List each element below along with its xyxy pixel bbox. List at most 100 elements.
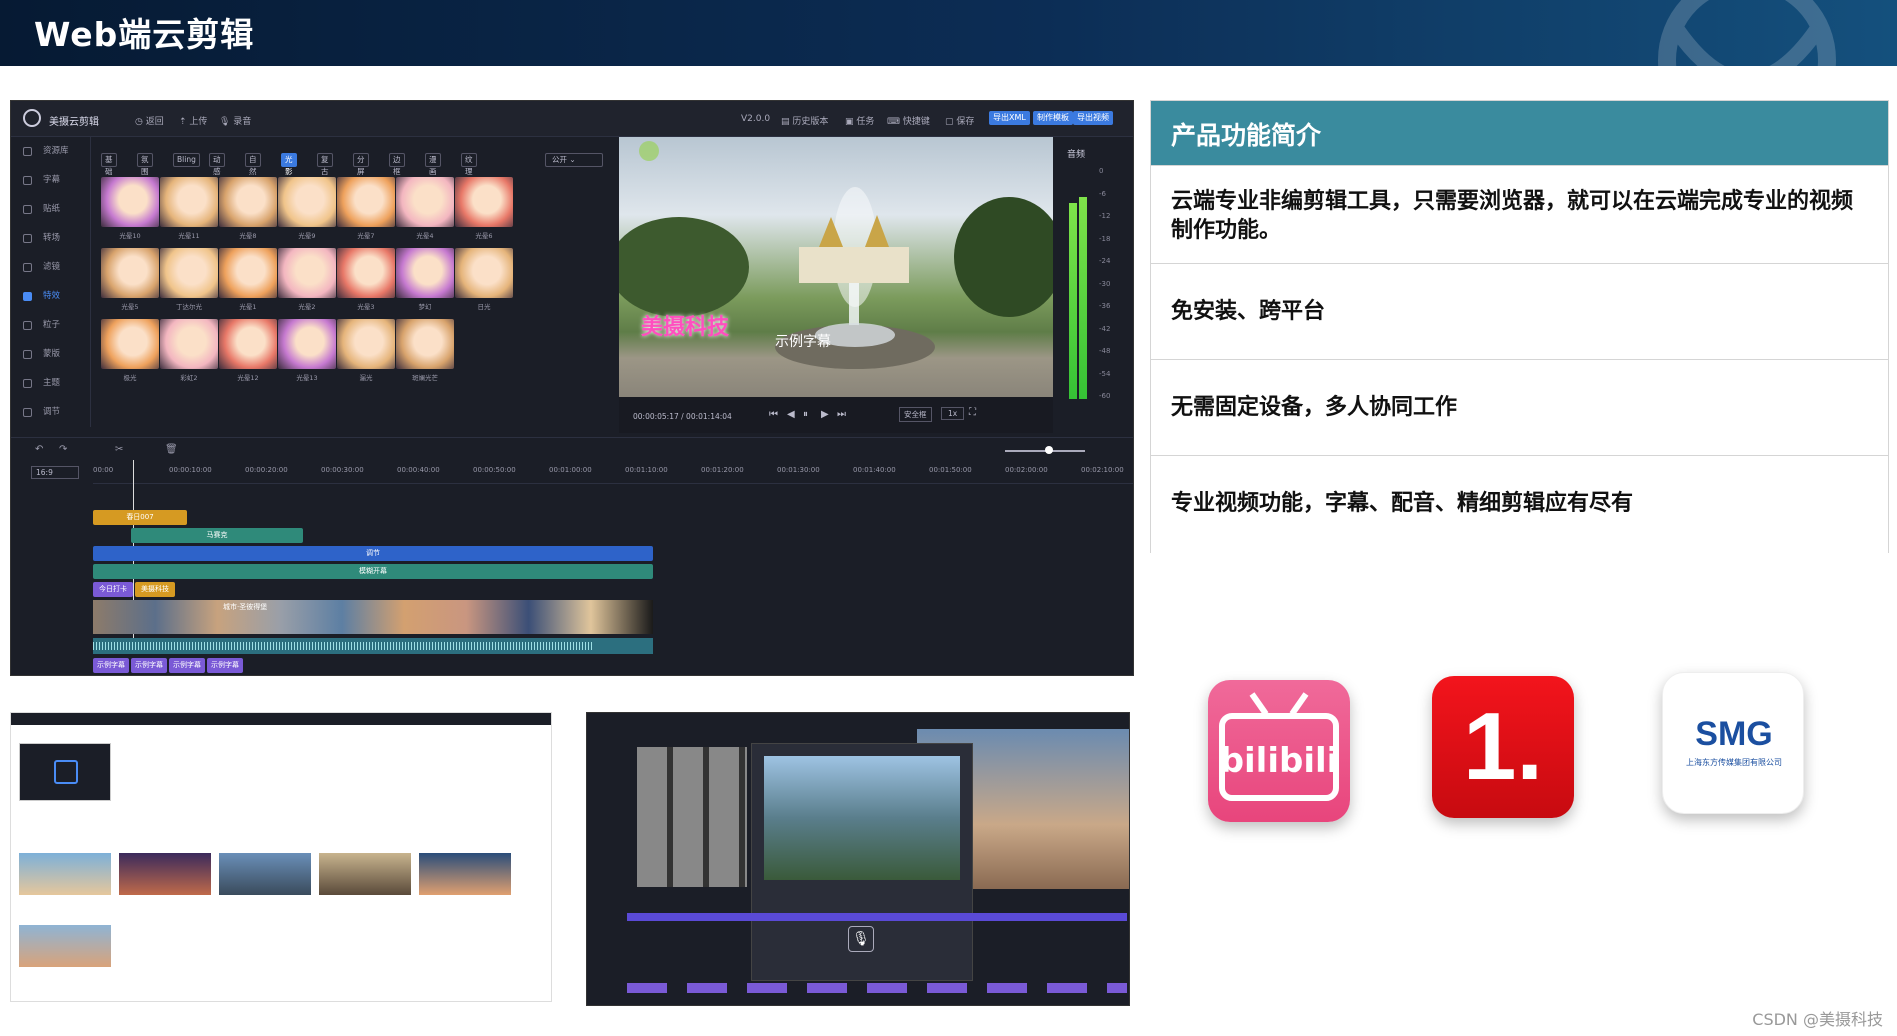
pause-icon[interactable]: ⏸ (803, 409, 808, 420)
effect-thumbnail[interactable]: 日光 (455, 248, 513, 312)
effect-thumbnail[interactable]: 光晕2 (278, 248, 336, 312)
sidebar-item-library[interactable]: 资源库 (11, 137, 90, 166)
audio-label: 音频 (1067, 150, 1086, 160)
shortcuts-button[interactable]: ⌨ 快捷键 (887, 114, 930, 127)
effect-thumbnail[interactable]: 光晕3 (337, 248, 395, 312)
clip-text-checkin[interactable]: 今日打卡 (93, 582, 133, 597)
clip-sticker[interactable]: 春日007 (93, 510, 187, 525)
effect-thumbnail[interactable]: 光晕5 (101, 248, 159, 312)
sidebar-item-sticker[interactable]: 贴纸 (11, 195, 90, 224)
effect-thumbnail[interactable]: 光晕4 (396, 177, 454, 241)
sidebar-item-theme[interactable]: 主题 (11, 369, 90, 398)
clip-mosaic[interactable]: 马赛克 (131, 528, 303, 543)
upload-button[interactable]: ⇡ 上传 (179, 114, 207, 127)
tab-border[interactable]: 边框 (389, 153, 405, 176)
effect-thumbnail[interactable]: 光晕1 (219, 248, 277, 312)
subtitle-clip[interactable]: 示例字幕 (93, 658, 129, 673)
effect-thumbnail[interactable]: 丁达尔光 (160, 248, 218, 312)
ruler-tick: 00:00 (93, 466, 114, 474)
save-button[interactable]: ▢ 保存 (945, 114, 974, 127)
make-template-button[interactable]: 制作模板 (1033, 111, 1073, 125)
tab-light[interactable]: 光影 (281, 153, 297, 176)
microphone-icon[interactable]: 🎙 (848, 926, 874, 952)
effect-thumbnail[interactable]: 光晕13 (278, 319, 336, 383)
visibility-select[interactable]: 公开 ⌄ (545, 153, 603, 167)
meter-tick: -54 (1099, 369, 1111, 378)
effect-thumbnail[interactable]: 光晕9 (278, 177, 336, 241)
speed-select[interactable]: 1x (941, 407, 965, 420)
sidebar-item-filter[interactable]: 滤镜 (11, 253, 90, 282)
channel-one-mark: 1. (1462, 693, 1544, 800)
project-card[interactable] (419, 853, 511, 895)
project-card[interactable] (119, 853, 211, 895)
effect-thumbnail[interactable]: 光晕8 (219, 177, 277, 241)
subtitle-clip[interactable]: 示例字幕 (131, 658, 167, 673)
undo-icon[interactable]: ↶ (35, 444, 43, 455)
effects-grid: 光晕10 光晕11 光晕8 光晕9 光晕7 光晕4 光晕6 光晕5 丁达尔光 光晕1 光晕2 光晕3 梦… (101, 177, 611, 427)
skip-start-icon[interactable]: ⏮ (769, 409, 778, 420)
tab-texture[interactable]: 纹理 (461, 153, 477, 176)
tab-nature[interactable]: 自然 (245, 153, 261, 176)
effect-thumbnail[interactable]: 漏光 (337, 319, 395, 383)
effect-thumbnail[interactable]: 光晕10 (101, 177, 159, 241)
record-button[interactable]: 🎙 录音 (219, 114, 251, 127)
sidebar-item-mask[interactable]: 蒙版 (11, 340, 90, 369)
back-button[interactable]: ◷ 返回 (135, 114, 164, 127)
effect-preview-image (278, 248, 336, 298)
tab-bling[interactable]: Bling (173, 153, 200, 167)
history-button[interactable]: ▤ 历史版本 (781, 114, 828, 127)
subtitle-clip[interactable]: 示例字幕 (207, 658, 243, 673)
tasks-button[interactable]: ▣ 任务 (845, 114, 874, 127)
meter-tick: -42 (1099, 324, 1111, 333)
project-card[interactable] (19, 853, 111, 895)
effect-preview-image (337, 177, 395, 227)
audio-track[interactable] (93, 638, 653, 654)
sidebar-item-effects[interactable]: 特效 (11, 282, 90, 311)
video-track[interactable]: 城市·圣彼得堡 (93, 600, 653, 634)
effect-thumbnail[interactable]: 斑斓光芒 (396, 319, 454, 383)
tab-basic[interactable]: 基础 (101, 153, 117, 176)
effect-thumbnail[interactable]: 极光 (101, 319, 159, 383)
sidebar-item-subtitle[interactable]: 字幕 (11, 166, 90, 195)
next-frame-icon[interactable]: ▶ (821, 409, 829, 420)
effect-thumbnail[interactable]: 光晕12 (219, 319, 277, 383)
cut-icon[interactable]: ✂ (115, 444, 123, 455)
tab-retro[interactable]: 复古 (317, 153, 333, 176)
project-card[interactable] (19, 925, 111, 967)
effect-thumbnail[interactable]: 梦幻 (396, 248, 454, 312)
fullscreen-icon[interactable]: ⛶ (969, 407, 976, 418)
tab-atmosphere[interactable]: 氛围 (137, 153, 153, 176)
aspect-ratio-select[interactable]: 16:9 (31, 466, 79, 479)
redo-icon[interactable]: ↷ (59, 444, 67, 455)
project-card[interactable] (319, 853, 411, 895)
clip-text-brand[interactable]: 美摄科技 (135, 582, 175, 597)
prev-frame-icon[interactable]: ◀ (787, 409, 795, 420)
timeline-toolbar: ↶ ↷ ✂ 🗑 (19, 444, 919, 458)
subtitle-clip[interactable]: 示例字幕 (169, 658, 205, 673)
effect-thumbnail[interactable]: 光晕6 (455, 177, 513, 241)
clip-adjust[interactable]: 调节 (93, 546, 653, 561)
sidebar-item-transition[interactable]: 转场 (11, 224, 90, 253)
sidebar-item-adjust[interactable]: 调节 (11, 398, 90, 427)
delete-icon[interactable]: 🗑 (165, 444, 178, 455)
zoom-slider[interactable] (993, 444, 1103, 458)
effect-thumbnail[interactable]: 光晕11 (160, 177, 218, 241)
tab-split[interactable]: 分屏 (353, 153, 369, 176)
sidebar-item-particles[interactable]: 粒子 (11, 311, 90, 340)
effect-preview-image (337, 319, 395, 369)
safe-frame-button[interactable]: 安全框 (899, 407, 932, 422)
tab-dynamic[interactable]: 动感 (209, 153, 225, 176)
product-intro-panel: 产品功能简介 云端专业非编剪辑工具，只需要浏览器，就可以在云端完成专业的视频制作… (1150, 100, 1889, 553)
project-card[interactable] (219, 853, 311, 895)
new-project-card[interactable] (19, 743, 111, 801)
tab-comic[interactable]: 漫画 (425, 153, 441, 176)
skip-end-icon[interactable]: ⏭ (837, 409, 846, 420)
ruler-tick: 00:00:20:00 (245, 466, 288, 474)
export-xml-button[interactable]: 导出XML (989, 111, 1030, 125)
sample-caption: 示例字幕 (775, 334, 831, 350)
export-video-button[interactable]: 导出视频 (1073, 111, 1113, 125)
effect-thumbnail[interactable]: 光晕7 (337, 177, 395, 241)
clip-blur-open[interactable]: 模糊开幕 (93, 564, 653, 579)
editor-sidebar: 资源库 字幕 贴纸 转场 滤镜 特效 粒子 蒙版 主题 调节 (11, 137, 91, 427)
effect-thumbnail[interactable]: 彩虹2 (160, 319, 218, 383)
